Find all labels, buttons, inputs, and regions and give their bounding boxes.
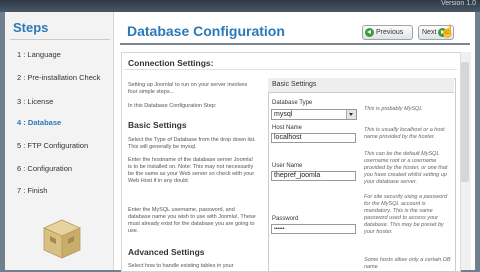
host-help-text: Enter the hostname of the database serve… — [128, 157, 255, 184]
steps-title: Steps — [13, 20, 49, 35]
user-name-input[interactable]: thepref_joomla — [271, 171, 356, 181]
top-bar: Version 1.0 — [0, 0, 480, 12]
advanced-settings-heading: Advanced Settings — [128, 247, 205, 257]
page-title: Database Configuration — [127, 23, 285, 39]
step-configuration: 6 : Configuration — [17, 164, 73, 173]
password-note: For site security using a password for t… — [364, 194, 448, 235]
host-name-label: Host Name — [272, 125, 303, 131]
credentials-help-text: Enter the MySQL username, password, and … — [128, 207, 256, 234]
scrollbar-thumb[interactable] — [461, 62, 469, 182]
db-type-select[interactable]: mysql — [271, 109, 357, 120]
pointer-cursor-icon: ☝ — [440, 24, 455, 38]
step-database: 4 : Database — [17, 118, 62, 127]
divider — [10, 39, 110, 40]
basic-help-text: Select the Type of Database from the dro… — [128, 137, 256, 150]
version-label: Version 1.0 — [440, 0, 476, 7]
intro-text: Setting up Joomla! to run on your server… — [128, 82, 248, 95]
db-type-value: mysql — [274, 111, 293, 118]
password-input[interactable]: •••••• — [271, 224, 356, 234]
password-label: Password — [272, 216, 299, 222]
step-ftp-configuration: 5 : FTP Configuration — [17, 141, 89, 150]
package-box-icon — [43, 219, 81, 259]
divider — [124, 69, 457, 70]
step-preinstallation-check: 2 : Pre-installation Check — [17, 73, 101, 82]
user-name-label: User Name — [272, 163, 303, 169]
db-name-note: Some hosts allow only a certain DB name — [364, 257, 451, 270]
chevron-down-icon — [346, 110, 356, 119]
next-label: Next — [422, 29, 437, 36]
user-name-note: This can be the default MySQL username r… — [364, 151, 448, 185]
db-type-note: This is probably MySQL — [364, 106, 423, 112]
step-language: 1 : Language — [17, 50, 61, 59]
previous-button[interactable]: Previous — [362, 25, 413, 40]
intro-step-text: In this Database Configuration Step: — [128, 103, 217, 109]
advanced-help-text: Select how to handle existing tables in … — [128, 263, 234, 269]
basic-settings-heading: Basic Settings — [128, 120, 187, 130]
panel-title: Connection Settings: — [128, 58, 214, 68]
step-finish: 7 : Finish — [17, 186, 48, 195]
host-name-input[interactable]: localhost — [271, 133, 356, 143]
db-type-label: Database Type — [272, 100, 313, 106]
previous-label: Previous — [376, 29, 404, 36]
divider — [120, 43, 470, 45]
basic-settings-title: Basic Settings — [272, 81, 317, 88]
host-name-note: This is usually localhost or a host name… — [364, 127, 445, 140]
step-license: 3 : License — [17, 97, 54, 106]
arrow-left-icon — [365, 28, 374, 37]
